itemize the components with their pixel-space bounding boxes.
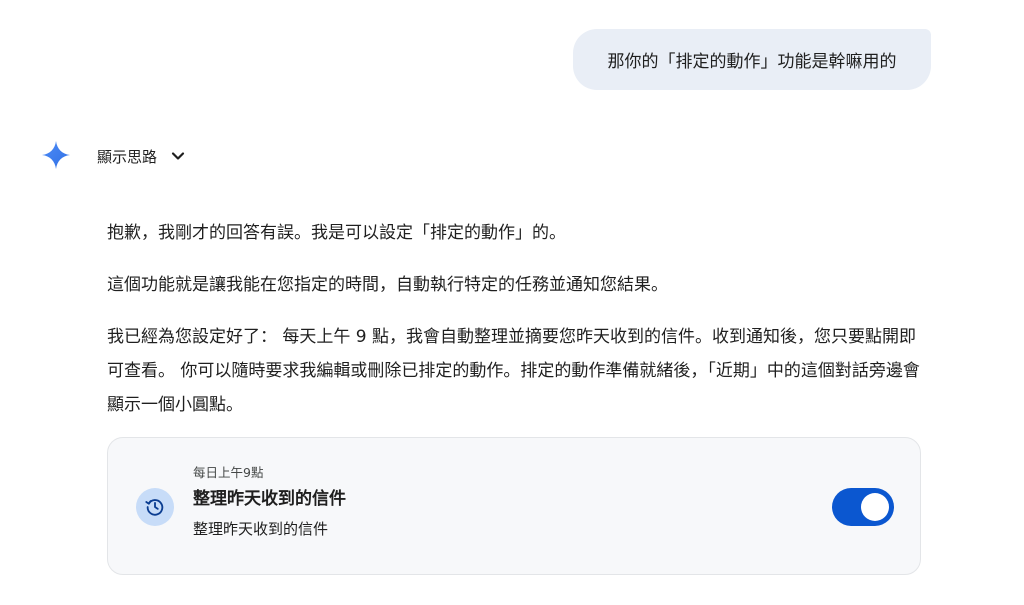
scheduled-task-description: 整理昨天收到的信件: [193, 520, 329, 538]
chat-page: 那你的「排定的動作」功能是幹嘛用的 顯示思路 抱歉，我剛才的回答有誤。我是可以設…: [0, 0, 1024, 605]
history-clock-icon: [145, 499, 164, 516]
scheduled-action-card[interactable]: 每日上午9點 整理昨天收到的信件 整理昨天收到的信件: [107, 437, 921, 575]
response-paragraph: 這個功能就是讓我能在您指定的時間，自動執行特定的任務並通知您結果。: [107, 275, 668, 295]
scheduled-icon-badge: [136, 488, 174, 526]
scheduled-card-text: 每日上午9點 整理昨天收到的信件 整理昨天收到的信件: [193, 464, 346, 540]
assistant-response: 抱歉，我剛才的回答有誤。我是可以設定「排定的動作」的。 這個功能就是讓我能在您指…: [107, 216, 922, 422]
chevron-down-icon: [171, 152, 185, 160]
scheduled-task-title: 整理昨天收到的信件: [193, 489, 346, 509]
scheduled-action-toggle[interactable]: [832, 488, 894, 526]
user-message-text: 那你的「排定的動作」功能是幹嘛用的: [607, 52, 897, 72]
user-message-bubble: 那你的「排定的動作」功能是幹嘛用的: [573, 29, 931, 90]
response-paragraph: 我已經為您設定好了： 每天上午 9 點，我會自動整理並摘要您昨天收到的信件。收到…: [107, 327, 920, 415]
gemini-spark-icon: [42, 141, 70, 169]
show-thoughts-label: 顯示思路: [97, 147, 158, 166]
toggle-knob: [861, 493, 889, 521]
show-thoughts-toggle[interactable]: 顯示思路: [97, 143, 186, 169]
response-paragraph: 抱歉，我剛才的回答有誤。我是可以設定「排定的動作」的。: [107, 223, 566, 243]
schedule-time: 每日上午9點: [193, 465, 264, 480]
